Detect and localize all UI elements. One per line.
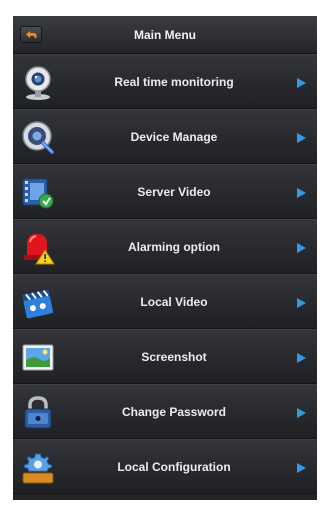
- lock-icon: [24, 396, 52, 429]
- main-menu-screen: Main Menu Real time monitoring Device Ma…: [13, 16, 317, 500]
- chevron-right-icon: [297, 243, 306, 253]
- clapperboard-icon: [22, 289, 54, 319]
- chevron-right-icon: [297, 78, 306, 88]
- menu-item-local-video[interactable]: Local Video: [13, 274, 317, 329]
- page-title: Main Menu: [134, 28, 196, 42]
- menu-item-label: Change Password: [121, 405, 227, 419]
- webcam-icon: [25, 66, 51, 100]
- menu-item-label: Local Configuration: [117, 460, 231, 474]
- title-bar: Main Menu: [13, 16, 317, 54]
- menu-item-change-password[interactable]: Change Password: [13, 384, 317, 439]
- menu-item-local-configuration[interactable]: Local Configuration: [13, 439, 317, 494]
- menu-item-screenshot[interactable]: Screenshot: [13, 329, 317, 384]
- menu-item-alarming-option[interactable]: Alarming option: [13, 219, 317, 274]
- menu-item-label: Local Video: [140, 295, 208, 309]
- menu-item-real-time-monitoring[interactable]: Real time monitoring: [13, 54, 317, 109]
- chevron-right-icon: [297, 188, 306, 198]
- chevron-right-icon: [297, 133, 306, 143]
- menu-item-label: Alarming option: [128, 240, 220, 254]
- chevron-right-icon: [297, 353, 306, 363]
- menu-item-server-video[interactable]: Server Video: [13, 164, 317, 219]
- alarm-siren-icon: [24, 234, 55, 265]
- menu-item-label: Server Video: [137, 185, 211, 199]
- menu-item-label: Device Manage: [130, 130, 218, 144]
- video-film-icon: [22, 178, 54, 209]
- menu-item-label: Screenshot: [141, 350, 207, 364]
- menu-item-device-manage[interactable]: Device Manage: [13, 109, 317, 164]
- chevron-right-icon: [297, 463, 306, 473]
- device-settings-icon: [22, 121, 54, 154]
- gear-config-icon: [22, 453, 54, 484]
- menu-item-label: Real time monitoring: [114, 75, 234, 89]
- chevron-right-icon: [297, 408, 306, 418]
- picture-icon: [22, 344, 54, 371]
- chevron-right-icon: [297, 298, 306, 308]
